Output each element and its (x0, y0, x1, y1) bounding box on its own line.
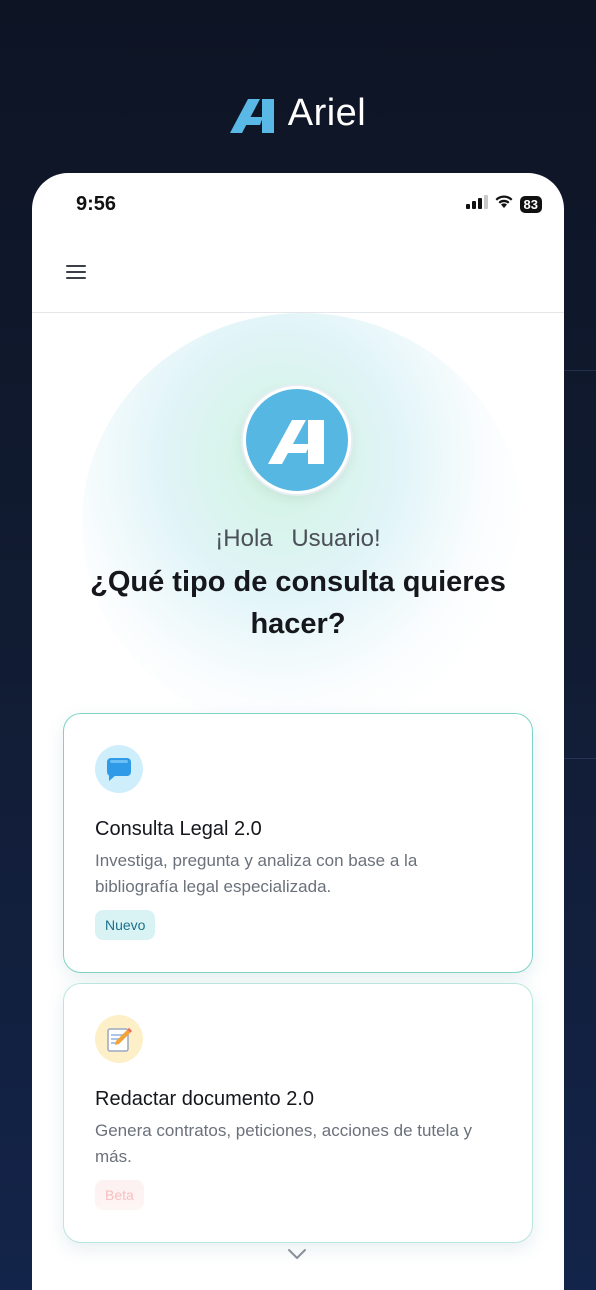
greeting-name: Usuario! (291, 525, 381, 552)
page-title: ¿Qué tipo de consulta quieres hacer? (90, 566, 506, 640)
phone-frame: 9:56 83 ¡Hola Usuario! ¿Qué tipo de cons… (32, 173, 564, 1290)
status-badge: Beta (95, 1180, 144, 1210)
ariel-logo-icon (229, 95, 276, 133)
status-time: 9:56 (76, 193, 117, 215)
background-line (562, 758, 596, 759)
option-card-consulta-legal[interactable]: Consulta Legal 2.0 Investiga, pregunta y… (63, 713, 533, 973)
brand-name: Ariel (287, 92, 367, 134)
app-store-screenshot: Ariel 9:56 83 ¡Hola Usuario! ¿Qué tipo d… (0, 0, 596, 1290)
status-bar: 9:56 83 (32, 173, 564, 233)
ariel-logo-icon (268, 420, 324, 464)
ariel-avatar (243, 386, 351, 494)
card-description: Genera contratos, peticiones, acciones d… (95, 1121, 473, 1166)
background-line (560, 370, 596, 371)
wifi-icon (494, 195, 514, 214)
hamburger-menu-icon[interactable] (66, 265, 86, 281)
top-app-bar (32, 235, 564, 313)
greeting: ¡Hola Usuario! (32, 525, 564, 553)
chat-bubble-icon (95, 745, 143, 793)
status-badge: Nuevo (95, 910, 156, 940)
card-title: Redactar documento 2.0 (95, 1088, 315, 1110)
greeting-prefix: ¡Hola (215, 525, 273, 552)
battery-icon: 83 (519, 196, 542, 213)
card-description: Investiga, pregunta y analiza con base a… (95, 851, 418, 896)
card-title: Consulta Legal 2.0 (95, 818, 262, 840)
status-icons: 83 (465, 195, 542, 214)
brand-header: Ariel (0, 92, 596, 135)
chevron-down-icon[interactable] (287, 1247, 307, 1265)
signal-icon (465, 195, 488, 214)
hero-glow (82, 313, 522, 733)
option-card-redactar-documento[interactable]: Redactar documento 2.0 Genera contratos,… (63, 983, 533, 1243)
memo-pencil-icon (95, 1015, 143, 1063)
